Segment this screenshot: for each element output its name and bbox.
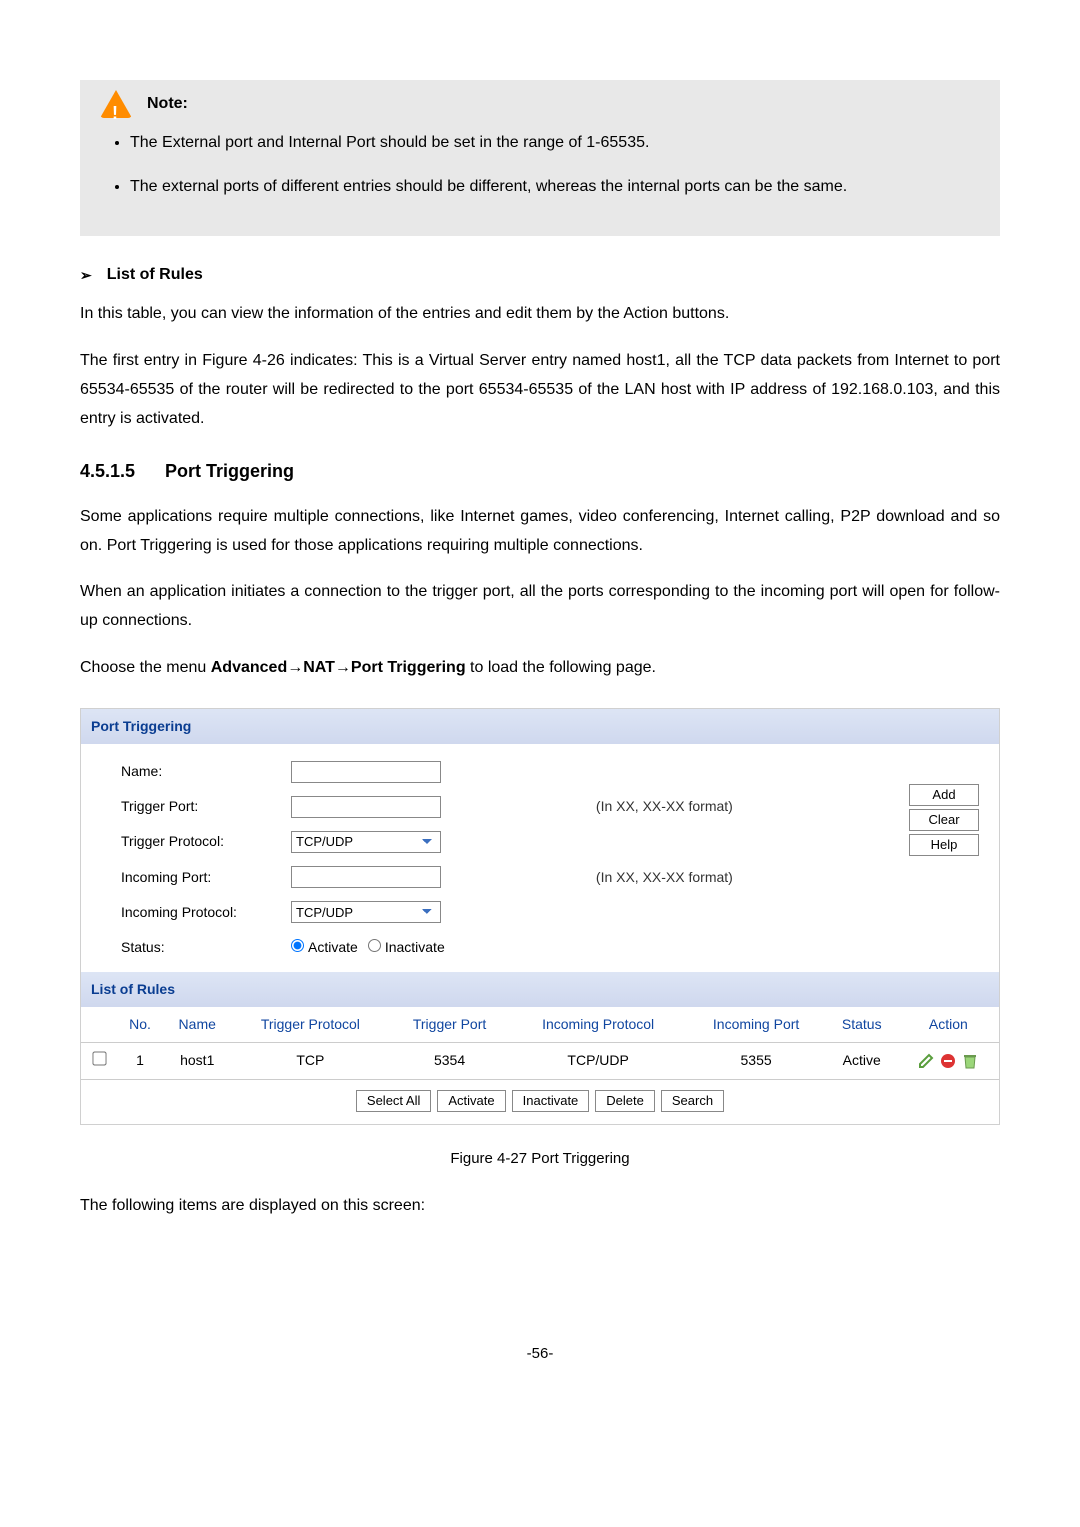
figure-caption: Figure 4-27 Port Triggering	[80, 1145, 1000, 1172]
list-of-rules-title: List of Rules	[81, 972, 999, 1007]
inactivate-button[interactable]: Inactivate	[512, 1090, 590, 1112]
col-status: Status	[826, 1007, 898, 1043]
pt-paragraph-2: When an application initiates a connecti…	[80, 578, 1000, 636]
search-button[interactable]: Search	[661, 1090, 724, 1112]
section-heading: 4.5.1.5 Port Triggering	[80, 455, 1000, 487]
add-button[interactable]: Add	[909, 784, 979, 806]
help-button[interactable]: Help	[909, 834, 979, 856]
list-intro-paragraph: In this table, you can view the informat…	[80, 300, 1000, 329]
incoming-port-hint: (In XX, XX-XX format)	[581, 865, 869, 890]
clear-button[interactable]: Clear	[909, 809, 979, 831]
col-name: Name	[163, 1007, 232, 1043]
pt-paragraph-1: Some applications require multiple conne…	[80, 503, 1000, 561]
port-triggering-panel: Port Triggering Name: Trigger Port: (In …	[80, 708, 1000, 1125]
remove-icon[interactable]	[940, 1053, 956, 1069]
arrow-icon: ➢	[80, 263, 92, 288]
delete-icon[interactable]	[962, 1053, 978, 1069]
select-all-button[interactable]: Select All	[356, 1090, 431, 1112]
col-action: Action	[898, 1007, 999, 1043]
col-trigger-port: Trigger Port	[389, 1007, 510, 1043]
trigger-port-input[interactable]	[291, 796, 441, 818]
note-bullet-2: The external ports of different entries …	[130, 173, 980, 202]
activate-button[interactable]: Activate	[437, 1090, 505, 1112]
note-bullet-1: The External port and Internal Port shou…	[130, 129, 980, 158]
col-incoming-protocol: Incoming Protocol	[510, 1007, 687, 1043]
col-trigger-protocol: Trigger Protocol	[231, 1007, 389, 1043]
first-entry-paragraph: The first entry in Figure 4-26 indicates…	[80, 347, 1000, 433]
rules-table: No. Name Trigger Protocol Trigger Port I…	[81, 1007, 999, 1079]
col-incoming-port: Incoming Port	[686, 1007, 825, 1043]
list-of-rules-heading: ➢ List of Rules	[80, 261, 1000, 290]
status-inactivate-option[interactable]: Inactivate	[368, 935, 445, 960]
table-row: 1 host1 TCP 5354 TCP/UDP 5355 Active	[81, 1043, 999, 1079]
trigger-port-hint: (In XX, XX-XX format)	[581, 794, 869, 819]
note-box: Note: The External port and Internal Por…	[80, 80, 1000, 236]
incoming-port-input[interactable]	[291, 866, 441, 888]
status-activate-option[interactable]: Activate	[291, 935, 358, 960]
name-label: Name:	[121, 759, 291, 784]
menu-path-paragraph: Choose the menu Advanced→NAT→Port Trigge…	[80, 654, 1000, 683]
panel-title: Port Triggering	[81, 709, 999, 744]
note-label: Note:	[147, 90, 188, 119]
name-input[interactable]	[291, 761, 441, 783]
incoming-protocol-label: Incoming Protocol:	[121, 900, 291, 925]
warning-icon	[100, 90, 132, 118]
status-activate-radio[interactable]	[291, 939, 304, 952]
following-items-paragraph: The following items are displayed on thi…	[80, 1192, 1000, 1221]
trigger-protocol-select[interactable]: TCP/UDP	[291, 831, 441, 853]
trigger-port-label: Trigger Port:	[121, 794, 291, 819]
delete-button[interactable]: Delete	[595, 1090, 655, 1112]
trigger-protocol-label: Trigger Protocol:	[121, 829, 291, 854]
edit-icon[interactable]	[918, 1053, 934, 1069]
incoming-port-label: Incoming Port:	[121, 865, 291, 890]
incoming-protocol-select[interactable]: TCP/UDP	[291, 901, 441, 923]
col-no: No.	[117, 1007, 163, 1043]
status-label: Status:	[121, 935, 291, 960]
status-inactivate-radio[interactable]	[368, 939, 381, 952]
row-checkbox[interactable]	[92, 1052, 106, 1066]
page-number: -56-	[80, 1340, 1000, 1367]
